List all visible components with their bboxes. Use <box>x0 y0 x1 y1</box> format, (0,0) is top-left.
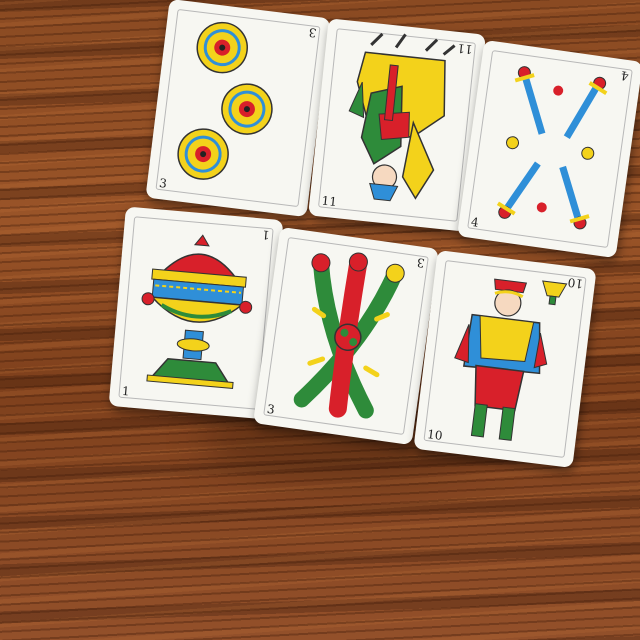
card-three-of-clubs[interactable]: 3 3 <box>253 226 439 446</box>
swords-art <box>496 66 608 230</box>
knight-figure <box>348 32 456 202</box>
jack-figure <box>454 278 568 441</box>
card-knight-eleven[interactable]: 11 11 <box>308 18 486 232</box>
wooden-table: 3 3 11 11 4 4 1 1 3 3 10 10 <box>0 0 640 640</box>
gold-coin-icon <box>196 21 248 74</box>
cup-icon <box>542 280 568 306</box>
card-three-of-coins[interactable]: 3 3 <box>145 0 331 218</box>
sword-icon <box>563 76 608 140</box>
card-four-of-swords[interactable]: 4 4 <box>457 39 640 259</box>
card-jack-ten[interactable]: 10 10 <box>413 249 597 469</box>
sword-icon <box>496 161 541 219</box>
gold-coin-icon <box>221 83 273 135</box>
gold-coin-icon <box>177 128 229 180</box>
sword-icon <box>559 165 590 230</box>
coins-art <box>177 21 273 180</box>
sword-icon <box>514 66 546 135</box>
clubs-art <box>293 252 405 419</box>
